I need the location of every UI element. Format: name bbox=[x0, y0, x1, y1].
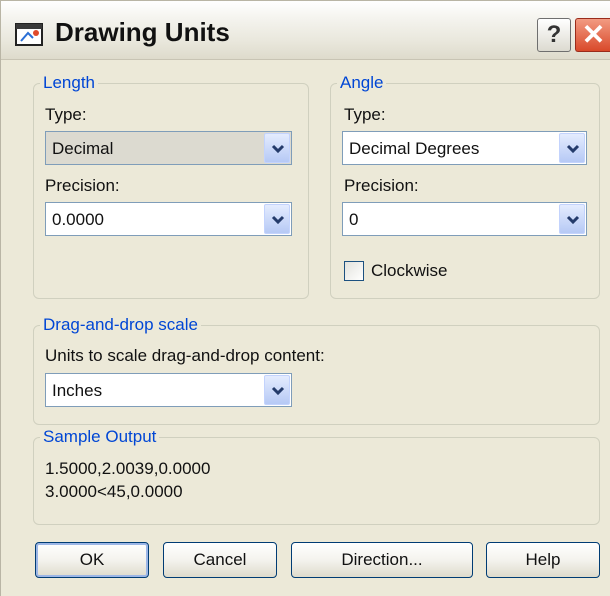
close-icon: ✕ bbox=[581, 19, 606, 50]
chevron-down-icon[interactable] bbox=[559, 133, 585, 163]
length-legend: Length bbox=[43, 73, 95, 92]
angle-type-select[interactable]: Decimal Degrees bbox=[342, 131, 587, 165]
title-bar[interactable]: Drawing Units ? ✕ bbox=[1, 1, 610, 60]
direction-button[interactable]: Direction... bbox=[291, 542, 473, 578]
length-type-label: Type: bbox=[45, 105, 87, 124]
app-icon bbox=[15, 21, 45, 47]
sample-output-legend: Sample Output bbox=[43, 427, 157, 446]
title-help-button[interactable]: ? bbox=[537, 18, 571, 52]
dragdrop-group: Drag-and-drop scale bbox=[33, 315, 600, 425]
angle-precision-select[interactable]: 0 bbox=[342, 202, 587, 236]
sample-output-line-2: 3.0000<45,0.0000 bbox=[45, 482, 183, 501]
chevron-down-icon[interactable] bbox=[264, 133, 290, 163]
angle-precision-value: 0 bbox=[349, 210, 359, 229]
chevron-down-icon[interactable] bbox=[559, 204, 585, 234]
angle-type-value: Decimal Degrees bbox=[349, 139, 480, 158]
clockwise-label[interactable]: Clockwise bbox=[371, 261, 448, 281]
angle-legend: Angle bbox=[340, 73, 384, 92]
sample-output-line-1: 1.5000,2.0039,0.0000 bbox=[45, 459, 211, 478]
window-title: Drawing Units bbox=[55, 17, 230, 47]
dragdrop-units-value: Inches bbox=[52, 381, 103, 400]
angle-type-label: Type: bbox=[344, 105, 386, 124]
dragdrop-units-label: Units to scale drag-and-drop content: bbox=[45, 346, 325, 365]
dragdrop-legend: Drag-and-drop scale bbox=[43, 315, 198, 334]
length-precision-label: Precision: bbox=[45, 176, 120, 195]
ok-button[interactable]: OK bbox=[35, 542, 149, 578]
length-precision-value: 0.0000 bbox=[52, 210, 104, 229]
help-button[interactable]: Help bbox=[486, 542, 600, 578]
angle-precision-label: Precision: bbox=[344, 176, 419, 195]
chevron-down-icon[interactable] bbox=[264, 375, 290, 405]
length-precision-select[interactable]: 0.0000 bbox=[45, 202, 292, 236]
dragdrop-units-select[interactable]: Inches bbox=[45, 373, 292, 407]
close-button[interactable]: ✕ bbox=[575, 18, 610, 52]
length-type-value: Decimal bbox=[52, 139, 114, 158]
length-type-select[interactable]: Decimal bbox=[45, 131, 292, 165]
chevron-down-icon[interactable] bbox=[264, 204, 290, 234]
cancel-button[interactable]: Cancel bbox=[163, 542, 277, 578]
drawing-units-dialog: Drawing Units ? ✕ Length Type: Decimal P… bbox=[0, 0, 610, 596]
clockwise-checkbox[interactable] bbox=[344, 261, 364, 281]
